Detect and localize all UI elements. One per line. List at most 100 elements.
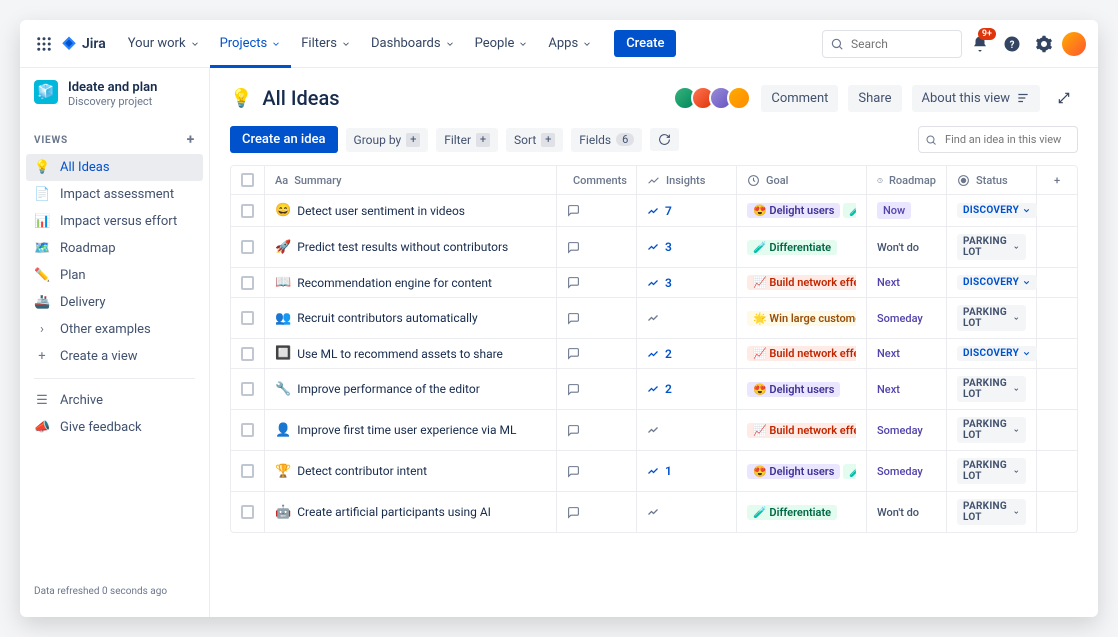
comments-cell[interactable] [557,227,637,267]
add-column-button[interactable]: + [1037,166,1077,194]
sidebar-item-roadmap[interactable]: 🗺️Roadmap [20,235,209,262]
sidebar-item-delivery[interactable]: 🚢Delivery [20,289,209,316]
status-badge[interactable]: PARKING LOT [957,305,1026,331]
sidebar-feedback[interactable]: 📣 Give feedback [20,414,209,441]
col-comments-header[interactable]: Comments [573,174,627,187]
filter-button[interactable]: Filter+ [436,128,498,152]
sidebar-item-impact-versus-effort[interactable]: 📊Impact versus effort [20,208,209,235]
comments-cell[interactable] [557,195,637,226]
insights-cell[interactable]: 2 [637,339,737,368]
table-row[interactable]: 🤖Create artificial participants using AI… [231,492,1077,532]
create-idea-button[interactable]: Create an idea [230,126,338,153]
app-switcher-icon[interactable] [32,32,56,56]
table-row[interactable]: 🚀Predict test results without contributo… [231,227,1077,268]
insights-cell[interactable]: 7 [637,195,737,226]
row-checkbox[interactable] [241,204,254,218]
share-button[interactable]: Share [848,85,901,112]
jira-logo[interactable]: Jira [60,35,106,53]
roadmap-value[interactable]: Next [877,276,900,289]
refresh-button[interactable] [650,128,679,151]
goal-tag[interactable]: 🧪 Diffe [843,464,856,479]
row-checkbox[interactable] [241,276,254,290]
insights-cell[interactable]: 3 [637,227,737,267]
status-badge[interactable]: DISCOVERY [957,203,1037,218]
comments-cell[interactable] [557,410,637,450]
notifications-icon[interactable]: 9+ [966,30,994,58]
comments-cell[interactable] [557,339,637,368]
table-row[interactable]: 🔲Use ML to recommend assets to share 2📈 … [231,339,1077,369]
goal-tag[interactable]: 🧪 Diffe [843,203,856,218]
sidebar-item-create-a-view[interactable]: +Create a view [20,343,209,370]
insights-cell[interactable] [637,298,737,338]
table-row[interactable]: 👥Recruit contributors automatically🌟 Win… [231,298,1077,339]
goal-tag[interactable]: 😍 Delight users [747,382,840,397]
col-summary-header[interactable]: Summary [294,174,341,187]
nav-item-filters[interactable]: Filters [291,20,361,68]
status-badge[interactable]: PARKING LOT [957,499,1026,525]
row-checkbox[interactable] [241,382,254,396]
status-badge[interactable]: PARKING LOT [957,376,1026,402]
goal-tag[interactable]: 📈 Build network effects [747,423,856,438]
roadmap-value[interactable]: Won't do [877,241,919,254]
status-badge[interactable]: DISCOVERY [957,275,1037,290]
insights-cell[interactable]: 1 [637,451,737,491]
create-button[interactable]: Create [614,30,676,57]
comments-cell[interactable] [557,298,637,338]
insights-cell[interactable]: 3 [637,268,737,297]
nav-item-dashboards[interactable]: Dashboards [361,20,465,68]
row-checkbox[interactable] [241,240,254,254]
goal-tag[interactable]: 🧪 Differentiate [747,505,837,520]
collaborator-avatars[interactable] [679,86,751,110]
sidebar-item-all-ideas[interactable]: 💡All Ideas [26,154,203,181]
goal-tag[interactable]: 🌟 Win large customers [747,311,856,326]
insights-cell[interactable]: 2 [637,369,737,409]
fields-button[interactable]: Fields6 [571,128,642,152]
goal-tag[interactable]: 😍 Delight users [747,203,840,218]
comments-cell[interactable] [557,268,637,297]
roadmap-value[interactable]: Next [877,383,900,396]
goal-tag[interactable]: 📈 Build network effects [747,346,856,361]
sidebar-item-plan[interactable]: ✏️Plan [20,262,209,289]
row-checkbox[interactable] [241,311,254,325]
global-search[interactable] [822,30,962,58]
find-idea-input[interactable] [918,126,1078,153]
table-row[interactable]: 👤Improve first time user experience via … [231,410,1077,451]
comments-cell[interactable] [557,451,637,491]
goal-tag[interactable]: 😍 Delight users [747,464,840,479]
status-badge[interactable]: DISCOVERY [957,346,1037,361]
row-checkbox[interactable] [241,423,254,437]
select-all-checkbox[interactable] [241,173,254,187]
groupby-button[interactable]: Group by+ [346,128,429,152]
goal-tag[interactable]: 📈 Build network effects [747,275,856,290]
find-idea-search[interactable] [918,126,1078,153]
roadmap-value[interactable]: Now [877,202,911,219]
insights-cell[interactable] [637,410,737,450]
insights-cell[interactable] [637,492,737,532]
col-goal-header[interactable]: Goal [766,174,788,187]
settings-icon[interactable] [1030,30,1058,58]
sort-button[interactable]: Sort+ [506,128,563,152]
help-icon[interactable]: ? [998,30,1026,58]
nav-item-projects[interactable]: Projects [210,20,292,68]
row-checkbox[interactable] [241,505,254,519]
sidebar-archive[interactable]: ☰ Archive [20,387,209,414]
col-roadmap-header[interactable]: Roadmap [889,174,936,187]
nav-item-your-work[interactable]: Your work [118,20,210,68]
sidebar-item-impact-assessment[interactable]: 📄Impact assessment [20,181,209,208]
sidebar-item-other-examples[interactable]: ›Other examples [20,316,209,343]
status-badge[interactable]: PARKING LOT [957,417,1026,443]
fullscreen-icon[interactable] [1050,84,1078,112]
col-status-header[interactable]: Status [976,174,1008,187]
row-checkbox[interactable] [241,347,254,361]
user-avatar[interactable] [1062,32,1086,56]
table-row[interactable]: 🔧Improve performance of the editor 2😍 De… [231,369,1077,410]
table-row[interactable]: 🏆Detect contributor intent 1😍 Delight us… [231,451,1077,492]
nav-item-people[interactable]: People [465,20,539,68]
nav-item-apps[interactable]: Apps [538,20,602,68]
col-insights-header[interactable]: Insights [666,174,705,187]
table-row[interactable]: 😄Detect user sentiment in videos 7😍 Deli… [231,195,1077,227]
comments-cell[interactable] [557,492,637,532]
roadmap-value[interactable]: Someday [877,465,923,478]
roadmap-value[interactable]: Next [877,347,900,360]
add-view-icon[interactable]: + [187,132,195,148]
